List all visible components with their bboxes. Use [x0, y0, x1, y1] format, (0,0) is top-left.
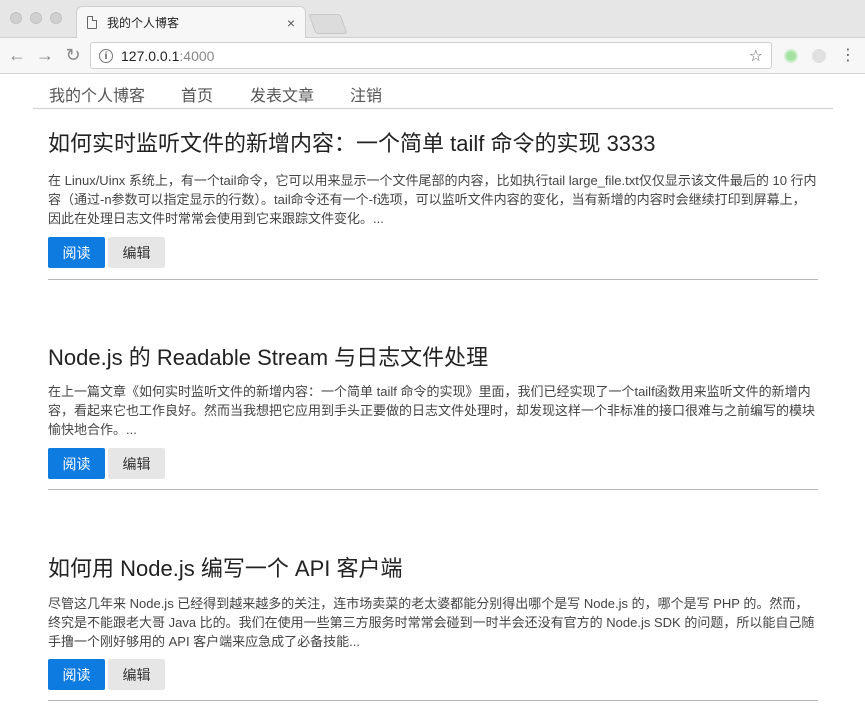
forward-arrow-icon[interactable]: → — [34, 44, 56, 66]
url-port: :4000 — [179, 47, 215, 64]
post-excerpt: 尽管这几年来 Node.js 已经得到越来越多的关注，连市场卖菜的老太婆都能分别… — [48, 596, 815, 649]
read-button[interactable]: 阅读 — [48, 237, 105, 268]
tab-title: 我的个人博客 — [107, 16, 180, 30]
site-navbar: 我的个人博客 首页 发表文章 注销 — [33, 74, 833, 109]
read-button[interactable]: 阅读 — [48, 448, 105, 479]
edit-button[interactable]: 编辑 — [108, 237, 165, 268]
browser-tab[interactable]: 我的个人博客 × — [76, 6, 306, 38]
edit-button[interactable]: 编辑 — [108, 659, 165, 690]
post-title[interactable]: 如何用 Node.js 编写一个 API 客户端 — [48, 551, 403, 583]
minimize-window-button[interactable] — [30, 12, 42, 24]
post-excerpt: 在 Linux/Uinx 系统上，有一个tail命令，它可以用来显示一个文件尾部… — [48, 173, 817, 226]
nav-home[interactable]: 首页 — [181, 82, 213, 106]
close-window-button[interactable] — [10, 12, 22, 24]
url-host: 127.0.0.1 — [121, 47, 180, 64]
nav-logout[interactable]: 注销 — [350, 82, 382, 106]
maximize-window-button[interactable] — [50, 12, 62, 24]
edit-button[interactable]: 编辑 — [108, 448, 165, 479]
reload-icon[interactable]: ↻ — [62, 44, 84, 66]
post-excerpt: 在上一篇文章《如何实时监听文件的新增内容：一个简单 tailf 命令的实现》里面… — [48, 384, 816, 437]
nav-publish[interactable]: 发表文章 — [250, 82, 314, 106]
read-button[interactable]: 阅读 — [48, 659, 105, 690]
bookmark-star-icon[interactable]: ☆ — [749, 46, 763, 66]
info-icon[interactable]: i — [99, 48, 113, 63]
address-bar[interactable]: i 127.0.0.1:4000 ☆ — [90, 42, 772, 69]
post-item: Node.js 的 Readable Stream 与日志文件处理 在上一篇文章… — [48, 320, 818, 490]
close-tab-icon[interactable]: × — [287, 15, 295, 31]
brand-link[interactable]: 我的个人博客 — [49, 82, 145, 106]
browser-tab-bar: 我的个人博客 × — [0, 0, 865, 38]
menu-dots-icon[interactable]: ⋮ — [840, 45, 856, 65]
extension-icon[interactable] — [784, 49, 798, 63]
extension-icon[interactable] — [812, 49, 826, 63]
post-title[interactable]: Node.js 的 Readable Stream 与日志文件处理 — [48, 340, 488, 372]
new-tab-button[interactable] — [308, 14, 348, 34]
back-arrow-icon[interactable]: ← — [6, 44, 28, 66]
window-controls — [10, 12, 62, 24]
post-item: 如何用 Node.js 编写一个 API 客户端 尽管这几年来 Node.js … — [48, 531, 818, 701]
post-item: 如何实时监听文件的新增内容：一个简单 tailf 命令的实现 3333 在 Li… — [48, 110, 818, 280]
page-icon — [87, 16, 97, 29]
browser-toolbar: ← → ↻ i 127.0.0.1:4000 ☆ ⋮ — [0, 38, 865, 74]
post-title[interactable]: 如何实时监听文件的新增内容：一个简单 tailf 命令的实现 3333 — [48, 126, 656, 158]
